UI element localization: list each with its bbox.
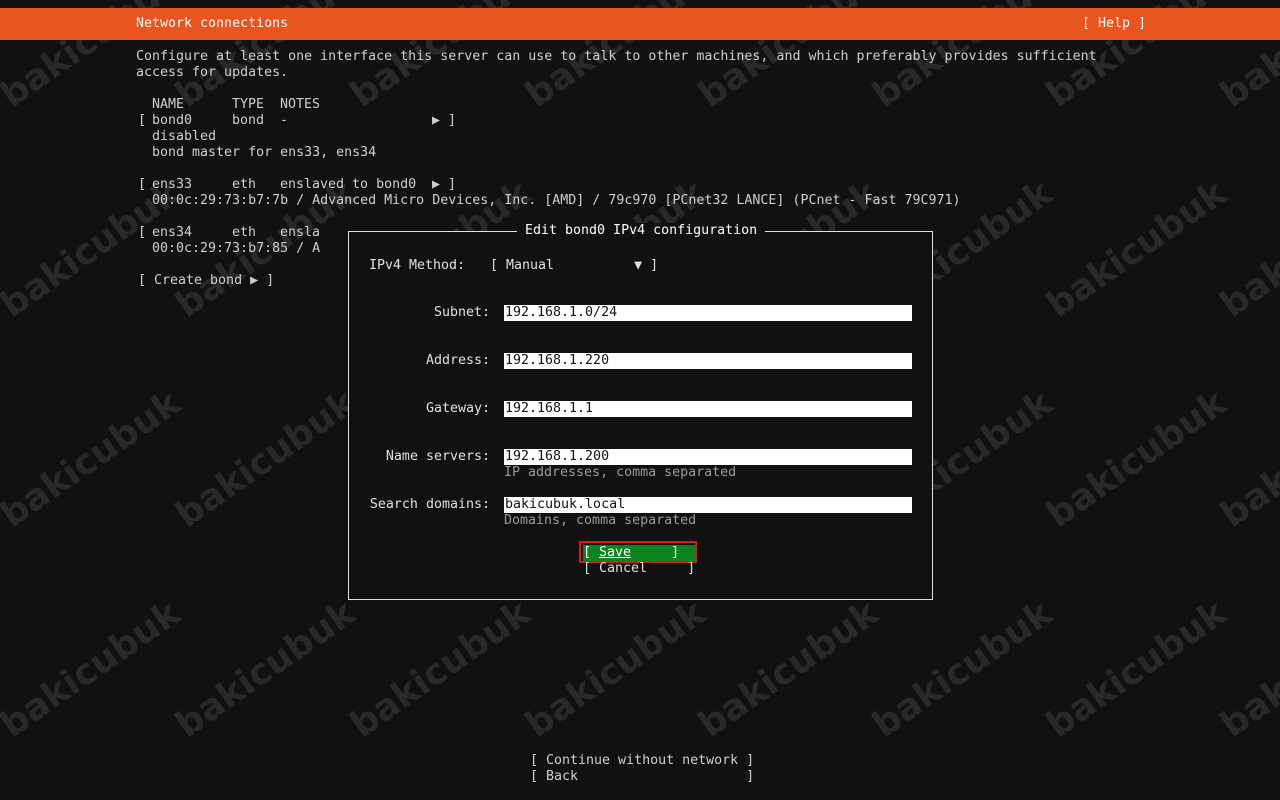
search-domains-input[interactable]: bakicubuk.local (504, 497, 912, 513)
watermark-text: bakicubuk (865, 592, 1060, 746)
watermark-text: bakicubuk (691, 592, 886, 746)
subnet-label: Subnet: (433, 305, 490, 320)
row-detail: bond master for ens33, ens34 (152, 145, 377, 160)
edit-ipv4-dialog: Edit bond0 IPv4 configuration IPv4 Metho… (348, 223, 933, 600)
subnet-input[interactable]: 192.168.1.0/24 (504, 305, 912, 321)
row-open-bracket: [ (138, 225, 147, 240)
help-button[interactable]: [ Help ] (1082, 16, 1146, 32)
row-open-bracket: [ (138, 113, 147, 128)
watermark-text: bakicubuk (1039, 382, 1234, 536)
dialog-title: Edit bond0 IPv4 configuration (517, 223, 766, 239)
row-menu-arrow[interactable]: ▶ ] (432, 177, 456, 193)
column-header-type: TYPE (232, 97, 265, 112)
row-detail: 00:0c:29:73:b7:7b / Advanced Micro Devic… (152, 193, 961, 208)
watermark-text: bakicubuk (168, 592, 363, 746)
name-servers-hint: IP addresses, comma separated (504, 465, 737, 480)
description-line-2: access for updates. (136, 65, 289, 80)
gateway-input[interactable]: 192.168.1.1 (504, 401, 912, 417)
save-open: [ (583, 545, 600, 560)
watermark-text: bakicubuk (1213, 382, 1280, 536)
row-notes: enslaved to bond0 (280, 177, 417, 192)
row-type: eth (232, 177, 257, 192)
ipv4-method-select[interactable]: [ Manual ▼ ] (490, 258, 658, 274)
watermark-text: bakicubuk (0, 592, 188, 746)
name-servers-input[interactable]: 192.168.1.200 (504, 449, 912, 465)
header-bar: Network connections [ Help ] (0, 8, 1280, 40)
watermark-text: bakicubuk (1213, 592, 1280, 746)
watermark-text: bakicubuk (1039, 592, 1234, 746)
save-close: ] (631, 545, 680, 560)
watermark-text: bakicubuk (343, 592, 538, 746)
continue-without-network-button[interactable]: [ Continue without network ] (530, 753, 754, 769)
cancel-button[interactable]: [ Cancel ] (583, 561, 695, 577)
column-header-name: NAME (152, 97, 185, 112)
row-detail: 00:0c:29:73:b7:85 / A (152, 241, 321, 256)
column-header-notes: NOTES (280, 97, 321, 112)
save-label: Save (599, 545, 632, 560)
back-button[interactable]: [ Back ] (530, 769, 754, 785)
gateway-label: Gateway: (425, 401, 490, 416)
row-name: bond0 (152, 113, 193, 128)
row-name: ens33 (152, 177, 193, 192)
row-open-bracket: [ (138, 177, 147, 192)
search-domains-label: Search domains: (369, 497, 490, 512)
save-button[interactable]: [ Save ] (583, 545, 695, 561)
watermark-text: bakicubuk (168, 382, 363, 536)
row-notes: ensla (280, 225, 321, 240)
ipv4-method-label: IPv4 Method: (369, 258, 466, 273)
description-line-1: Configure at least one interface this se… (136, 49, 1097, 64)
row-menu-arrow[interactable]: ▶ ] (432, 113, 456, 129)
watermark-text: bakicubuk (518, 592, 713, 746)
row-type: eth (232, 225, 257, 240)
row-notes: - (280, 113, 289, 128)
row-detail: disabled (152, 129, 217, 144)
watermark-text: bakicubuk (1039, 172, 1234, 326)
address-label: Address: (425, 353, 490, 368)
search-domains-hint: Domains, comma separated (504, 513, 697, 528)
watermark-text: bakicubuk (0, 382, 188, 536)
row-type: bond (232, 113, 265, 128)
watermark-text: bakicubuk (1213, 172, 1280, 326)
create-bond-button[interactable]: [ Create bond ▶ ] (138, 273, 274, 289)
address-input[interactable]: 192.168.1.220 (504, 353, 912, 369)
row-name: ens34 (152, 225, 193, 240)
name-servers-label: Name servers: (385, 449, 490, 464)
page-title: Network connections (136, 16, 289, 31)
